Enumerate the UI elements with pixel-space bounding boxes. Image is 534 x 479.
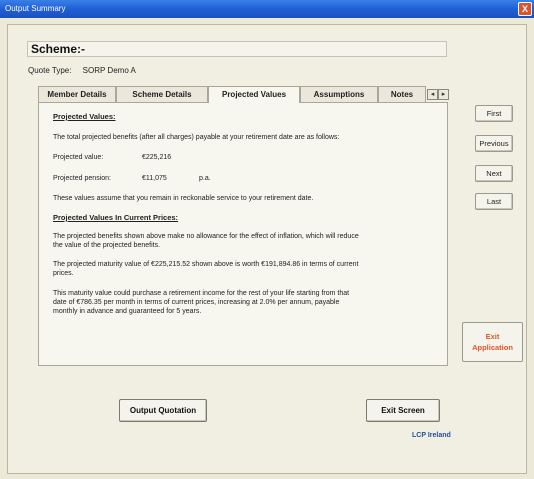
tab-notes[interactable]: Notes bbox=[378, 86, 426, 102]
quote-type-label: Quote Type: bbox=[28, 66, 72, 75]
inflation-text-line2: the value of the projected benefits. bbox=[53, 242, 161, 249]
next-button[interactable]: Next bbox=[475, 165, 513, 182]
quote-type-value: SORP Demo A bbox=[82, 66, 136, 75]
income-text-line3: monthly in advance and guaranteed for 5 … bbox=[53, 308, 202, 315]
exit-application-line2: Application bbox=[472, 343, 513, 352]
maturity-text-line2: prices. bbox=[53, 270, 74, 277]
exit-application-button[interactable]: Exit Application bbox=[462, 322, 523, 362]
previous-button[interactable]: Previous bbox=[475, 135, 513, 152]
inflation-text-line1: The projected benefits shown above make … bbox=[53, 233, 359, 240]
tab-scroll-right-button[interactable]: ▸ bbox=[438, 89, 449, 100]
projected-values-panel: Projected Values: The total projected be… bbox=[38, 102, 448, 366]
tab-projected-values[interactable]: Projected Values bbox=[208, 86, 300, 103]
output-quotation-button[interactable]: Output Quotation bbox=[119, 399, 207, 422]
close-button[interactable]: X bbox=[518, 2, 532, 16]
tab-member-details[interactable]: Member Details bbox=[38, 86, 116, 102]
window-titlebar: Output Summary bbox=[0, 0, 534, 18]
assumption-note: These values assume that you remain in r… bbox=[53, 195, 314, 202]
last-button[interactable]: Last bbox=[475, 193, 513, 210]
maturity-text-line1: The projected maturity value of €225,215… bbox=[53, 261, 359, 268]
projected-pension-label: Projected pension: bbox=[53, 175, 111, 182]
exit-screen-button[interactable]: Exit Screen bbox=[366, 399, 440, 422]
projected-value-label: Projected value: bbox=[53, 154, 104, 161]
intro-text: The total projected benefits (after all … bbox=[53, 134, 340, 141]
exit-application-line1: Exit bbox=[485, 332, 500, 341]
income-text-line1: This maturity value could purchase a ret… bbox=[53, 290, 350, 297]
income-text-line2: date of €786.35 per month in terms of cu… bbox=[53, 299, 340, 306]
tab-scroll-left-button[interactable]: ◂ bbox=[427, 89, 438, 100]
scheme-label: Scheme:- bbox=[31, 42, 86, 56]
quote-type-row: Quote Type: SORP Demo A bbox=[28, 66, 136, 75]
brand-label: LCP Ireland bbox=[412, 432, 451, 439]
projected-pension: €11,075 bbox=[142, 175, 167, 182]
pension-unit: p.a. bbox=[199, 175, 211, 182]
current-prices-heading: Projected Values In Current Prices: bbox=[53, 213, 179, 222]
scheme-field: Scheme:- bbox=[27, 41, 447, 57]
first-button[interactable]: First bbox=[475, 105, 513, 122]
projected-value: €225,216 bbox=[142, 154, 172, 161]
tab-scheme-details[interactable]: Scheme Details bbox=[116, 86, 208, 102]
tab-strip: Member Details Scheme Details Projected … bbox=[38, 86, 449, 103]
projected-values-heading: Projected Values: bbox=[53, 112, 116, 121]
tab-assumptions[interactable]: Assumptions bbox=[300, 86, 378, 102]
window-title: Output Summary bbox=[5, 4, 66, 13]
